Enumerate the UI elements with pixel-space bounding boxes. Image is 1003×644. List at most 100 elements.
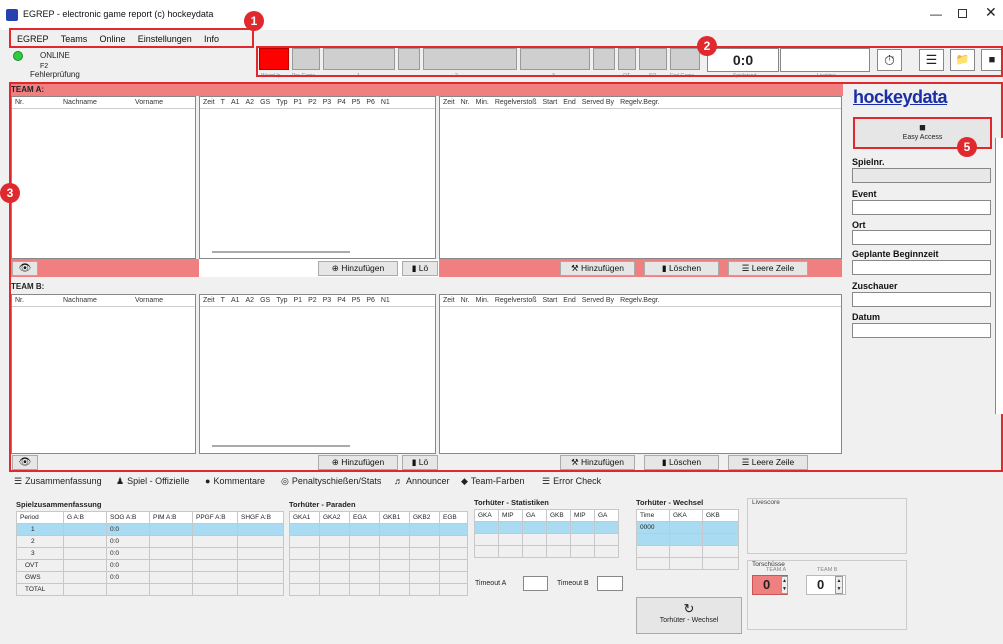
beginnzeit-field[interactable] bbox=[852, 260, 991, 275]
add-event-button[interactable]: ⊕ Hinzufügen bbox=[318, 261, 398, 276]
table-row[interactable] bbox=[289, 559, 468, 572]
empty-row-label: Leere Zeile bbox=[751, 263, 795, 273]
table-row[interactable] bbox=[636, 533, 739, 546]
col-ga: GA bbox=[522, 509, 547, 522]
zuschauer-field[interactable] bbox=[852, 292, 991, 307]
delete-event-button[interactable]: ▮ Lö bbox=[402, 455, 438, 470]
delete-penalty-button[interactable]: ▮ Löschen bbox=[644, 455, 719, 470]
trash-icon: ▮ bbox=[411, 457, 419, 467]
saves-table[interactable]: GKA1 GKA2 EGA GKB1 GKB2 EGB bbox=[289, 511, 468, 596]
reader-icon[interactable]: ■ bbox=[981, 49, 1003, 71]
team-b-penalties[interactable]: Zeit Nr. Min. Regelverstoß Start End Served By… bbox=[439, 294, 842, 454]
period-endgame[interactable] bbox=[670, 48, 700, 70]
col-gka2: GKA2 bbox=[319, 511, 350, 524]
add-event-button[interactable]: ⊕ Hinzufügen bbox=[318, 455, 398, 470]
table-row[interactable]: 3 0:0 bbox=[16, 547, 284, 560]
empty-row-button[interactable]: ☰ Leere Zeile bbox=[728, 261, 808, 276]
period-2[interactable] bbox=[423, 48, 517, 70]
menu-egrep[interactable]: EGREP bbox=[12, 32, 54, 46]
table-row[interactable] bbox=[474, 533, 619, 546]
col-period: Period bbox=[16, 511, 64, 524]
list-icon[interactable]: ☰ bbox=[919, 49, 944, 71]
paint-drop-icon: ◆ bbox=[461, 476, 468, 486]
gchange-table[interactable]: Time GKA GKB 0000 bbox=[636, 509, 739, 570]
col-start: Start bbox=[542, 99, 558, 106]
livetime-display bbox=[780, 48, 870, 72]
col-p3: P3 bbox=[322, 99, 332, 106]
event-field[interactable] bbox=[852, 200, 991, 215]
folder-add-icon[interactable]: 📁 bbox=[950, 49, 975, 71]
add-penalty-button[interactable]: ⚒ Hinzufügen bbox=[560, 455, 635, 470]
menu-einstellungen[interactable]: Einstellungen bbox=[133, 32, 197, 46]
gstats-table[interactable]: GKA MIP GA GKB MIP GA bbox=[474, 509, 619, 558]
shots-b-stepper-icon[interactable]: ▲ ▼ bbox=[835, 576, 843, 594]
menu-online[interactable]: Online bbox=[95, 32, 131, 46]
eye-icon[interactable]: 👁 bbox=[12, 455, 38, 470]
tab-error-check[interactable]: ☰ Error Check bbox=[542, 476, 601, 487]
eye-icon[interactable]: 👁 bbox=[12, 261, 38, 276]
period-ot[interactable] bbox=[618, 48, 636, 70]
title-bar: EGREP - electronic game report (c) hocke… bbox=[0, 0, 1003, 30]
ort-field[interactable] bbox=[852, 230, 991, 245]
col-regelv-begr: Regelv.Begr. bbox=[620, 297, 660, 304]
table-row[interactable]: TOTAL bbox=[16, 583, 284, 596]
period-1[interactable] bbox=[323, 48, 395, 70]
table-row[interactable] bbox=[289, 523, 468, 536]
minimize-button[interactable]: — bbox=[930, 7, 942, 21]
team-a-roster[interactable]: Nr. Nachname Vorname bbox=[11, 96, 196, 259]
delete-event-button[interactable]: ▮ Lö bbox=[402, 261, 438, 276]
table-row[interactable] bbox=[636, 545, 739, 558]
timeout-b-field[interactable] bbox=[597, 576, 623, 591]
table-row[interactable] bbox=[289, 535, 468, 548]
table-row[interactable] bbox=[289, 571, 468, 584]
team-b-events[interactable]: Zeit T A1 A2 GS Typ P1 P2 P3 P4 P5 P6 N1 bbox=[199, 294, 436, 454]
tab-penaltyschiessen[interactable]: ◎ Penaltyschießen/Stats bbox=[281, 476, 381, 487]
tab-zusammenfassung[interactable]: ☰ Zusammenfassung bbox=[14, 476, 102, 487]
team-a-events[interactable]: Zeit T A1 A2 GS Typ P1 P2 P3 P4 P5 P6 N1 bbox=[199, 96, 436, 259]
team-b-roster[interactable]: Nr. Nachname Vorname bbox=[11, 294, 196, 454]
summary-table[interactable]: Period G A:B SOG A:B PIM A:B PPGF A:B SHGF A:… bbox=[16, 511, 284, 596]
tab-announcer[interactable]: ♬ Announcer bbox=[394, 476, 450, 486]
maximize-button[interactable] bbox=[958, 9, 967, 18]
team-a-penalties[interactable]: Zeit Nr. Min. Regelverstoß Start End Served By… bbox=[439, 96, 842, 259]
tab-spiel-offizielle[interactable]: ♟ Spiel - Offizielle bbox=[116, 476, 189, 487]
col-n1: N1 bbox=[380, 99, 390, 106]
col-gkb2: GKB2 bbox=[409, 511, 440, 524]
tab-kommentare[interactable]: ● Kommentare bbox=[205, 476, 265, 486]
table-row[interactable] bbox=[289, 547, 468, 560]
close-button[interactable]: ✕ bbox=[985, 4, 997, 21]
table-row[interactable]: 0000 bbox=[636, 521, 739, 534]
delete-penalty-button[interactable]: ▮ Löschen bbox=[644, 261, 719, 276]
period-break-2[interactable] bbox=[520, 48, 590, 70]
period-warmup[interactable] bbox=[259, 48, 289, 70]
spielnr-field[interactable] bbox=[852, 168, 991, 183]
empty-row-button[interactable]: ☰ Leere Zeile bbox=[728, 455, 808, 470]
menu-teams[interactable]: Teams bbox=[56, 32, 93, 46]
table-row[interactable]: OVT 0:0 bbox=[16, 559, 284, 572]
shots-a-stepper-icon[interactable]: ▲ ▼ bbox=[781, 576, 788, 594]
table-row[interactable] bbox=[474, 545, 619, 558]
period-so[interactable] bbox=[639, 48, 667, 70]
table-row[interactable] bbox=[289, 583, 468, 596]
menu-info[interactable]: Info bbox=[199, 32, 224, 46]
datum-field[interactable] bbox=[852, 323, 991, 338]
horizontal-scrollbar[interactable] bbox=[212, 445, 350, 447]
goalie-change-button[interactable]: ↻ Torhüter - Wechsel bbox=[636, 597, 742, 634]
badge-3: 3 bbox=[0, 183, 20, 203]
tab-team-farben[interactable]: ◆ Team-Farben bbox=[461, 476, 524, 487]
period-break-1[interactable] bbox=[398, 48, 420, 70]
table-row[interactable] bbox=[474, 521, 619, 534]
table-row[interactable]: 1 0:0 bbox=[16, 523, 284, 536]
stopwatch-icon[interactable]: ⏱ bbox=[877, 49, 902, 71]
timeout-a-field[interactable] bbox=[523, 576, 548, 591]
period-pregame[interactable] bbox=[292, 48, 320, 70]
label-warmup: WarmUp bbox=[261, 73, 281, 79]
table-row[interactable]: GWS 0:0 bbox=[16, 571, 284, 584]
equals-icon: ☰ bbox=[741, 263, 752, 273]
period-3[interactable] bbox=[593, 48, 615, 70]
table-row[interactable] bbox=[636, 557, 739, 570]
table-row[interactable]: 2 0:0 bbox=[16, 535, 284, 548]
col-vorname: Vorname bbox=[135, 99, 164, 106]
horizontal-scrollbar[interactable] bbox=[212, 251, 350, 253]
add-penalty-button[interactable]: ⚒ Hinzufügen bbox=[560, 261, 635, 276]
